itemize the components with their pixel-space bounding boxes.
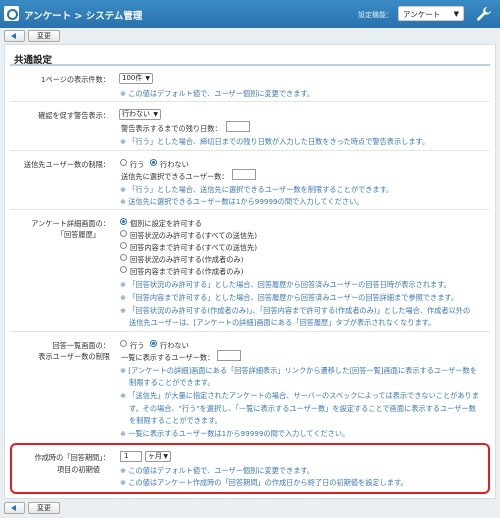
- answer-period-note-2: ※ この値はアンケート作成時の「回答期間」の作成日から終了日の初期値を設定します…: [120, 478, 408, 487]
- detail-option-label-0: 個別に設定を許可する: [130, 219, 202, 228]
- list-count-input[interactable]: [217, 350, 241, 361]
- detail-option-label-2: 回答内容まで許可する(すべての送信先): [130, 243, 258, 252]
- answer-period-note-1: ※ この値はデフォルト値で、ユーザー個別に変更できます。: [120, 466, 315, 475]
- detail-note-1: ※ 「回答状況のみ許可する」とした場合、回答履歴から回答済みユーザーの回答日時が…: [120, 280, 451, 289]
- select-caret-icon: ▼: [145, 75, 150, 82]
- answer-period-unit-value: ヶ月: [148, 452, 162, 460]
- recipients-note-1: ※ 「行う」とした場合、送信先に選択できるユーザー数を制限することができます。: [120, 185, 394, 194]
- breadcrumb-title: アンケート > システム管理: [24, 11, 143, 22]
- recipients-count-input[interactable]: [232, 169, 256, 180]
- list-option-yes: 行う: [130, 341, 145, 350]
- recipients-count-label: 送信先に選択できるユーザー数：: [121, 172, 229, 181]
- detail-option-label-3: 回答状況のみ許可する(作成者のみ): [130, 255, 244, 264]
- list-count-label: 一覧に表示するユーザー数：: [121, 353, 215, 362]
- list-note-6: ※ 一覧に表示するユーザー数は1から99999の間で入力してください。: [120, 429, 350, 438]
- list-screen-label: 回答一覧画面の：: [52, 341, 110, 350]
- detail-option-radio-1[interactable]: [120, 230, 127, 237]
- list-note-5: を制限することができます。: [129, 416, 222, 425]
- list-screen-label-2: 表示ユーザー数の制限: [38, 352, 110, 361]
- detail-screen-label: アンケート詳細画面の：: [31, 219, 110, 228]
- detail-option-radio-3[interactable]: [120, 254, 127, 261]
- change-button[interactable]: 変更: [28, 502, 60, 514]
- detail-note-3: ※ 「回答状況のみ許可する(作成者のみ)」、「回答内容まで許可する(作成者のみ)…: [120, 306, 471, 315]
- warning-value: 行わない: [122, 110, 150, 118]
- display-count-note: ※ この値はデフォルト値で、ユーザー個別に変更できます。: [120, 89, 315, 98]
- detail-screen-label-2: 「回答履歴」: [56, 230, 100, 239]
- recipients-option-yes: 行う: [130, 160, 145, 169]
- select-caret-icon: ▼: [453, 10, 459, 18]
- warning-days-input[interactable]: [226, 121, 250, 132]
- display-count-select[interactable]: 100件 ▼: [119, 73, 153, 84]
- detail-option-label-1: 回答状況のみ許可する(すべての送信先): [130, 231, 258, 240]
- list-note-1: ※ [アンケートの詳細]画面にある「回答詳細表示」リンクから遷移した[回答一覧]…: [120, 366, 477, 375]
- recipients-option-no: 行わない: [160, 160, 189, 169]
- detail-option-radio-2[interactable]: [120, 242, 127, 249]
- list-note-3: ※ 「送信先」が大量に指定されたアンケートの場合、サーバーのスペックによっては表…: [120, 391, 479, 400]
- warning-select[interactable]: 行わない ▼: [119, 109, 161, 120]
- answer-period-number-input[interactable]: 1: [120, 451, 142, 462]
- back-arrow-icon[interactable]: [4, 30, 25, 42]
- list-note-4: す。その場合、"行う"を選択し、「一覧に表示するユーザー数」を設定することで画面…: [129, 404, 476, 413]
- recipients-radio-yes[interactable]: [120, 159, 127, 166]
- divider: [10, 331, 490, 332]
- detail-option-radio-4[interactable]: [120, 266, 127, 273]
- answer-period-unit-select[interactable]: ヶ月 ▼: [145, 451, 171, 462]
- detail-note-2: ※ 「回答内容まで許可する」とした場合、回答履歴から回答済みユーザーの回答詳細ま…: [120, 293, 459, 302]
- back-arrow-icon[interactable]: [4, 502, 25, 514]
- list-note-2: 制限することができます。: [129, 378, 215, 387]
- bottom-toolbar: 変更: [0, 500, 500, 516]
- settings-function-value: アンケート: [403, 10, 441, 19]
- recipients-note-2: ※ 送信先に選択できるユーザー数は1から99999の間で入力してください。: [120, 197, 364, 206]
- detail-note-4: 送信先ユーザーは、[アンケートの詳細]画面にある「回答履歴」タブが表示されなくな…: [129, 318, 436, 327]
- divider: [10, 101, 490, 102]
- settings-function-select[interactable]: アンケート ▼: [398, 6, 464, 21]
- list-option-no: 行わない: [160, 341, 189, 350]
- select-caret-icon: ▼: [153, 111, 158, 118]
- list-radio-no[interactable]: [150, 340, 157, 347]
- answer-period-label: 作成時の「回答期間」：: [34, 453, 110, 462]
- header-bar: アンケート > システム管理 設定機能： アンケート ▼: [0, 0, 500, 28]
- display-count-label: 1ページの表示件数：: [40, 75, 110, 84]
- detail-option-label-4: 回答内容まで許可する(作成者のみ): [130, 267, 244, 276]
- heading-divider: [10, 64, 490, 66]
- app-icon: [4, 6, 19, 21]
- wrench-icon[interactable]: [476, 6, 492, 22]
- change-button[interactable]: 変更: [28, 30, 60, 42]
- list-radio-yes[interactable]: [120, 340, 127, 347]
- warning-note: ※ 「行う」とした場合、締切日までの残り日数が入力した日数をきった時点で警告表示…: [120, 137, 430, 146]
- select-caret-icon: ▼: [163, 453, 168, 460]
- divider: [10, 150, 490, 151]
- detail-option-radio-0[interactable]: [120, 218, 127, 225]
- display-count-value: 100件: [122, 74, 143, 82]
- top-toolbar: 変更: [0, 28, 500, 44]
- warning-label: 確認を促す警告表示：: [38, 111, 110, 120]
- answer-period-label-2: 項目の初期値: [56, 465, 100, 474]
- recipients-label: 送信先ユーザー数の制限：: [23, 160, 110, 169]
- divider: [10, 209, 490, 210]
- recipients-radio-no[interactable]: [150, 159, 157, 166]
- warning-days-label: 警告表示するまでの残り日数：: [121, 124, 222, 133]
- settings-function-label: 設定機能：: [358, 11, 393, 19]
